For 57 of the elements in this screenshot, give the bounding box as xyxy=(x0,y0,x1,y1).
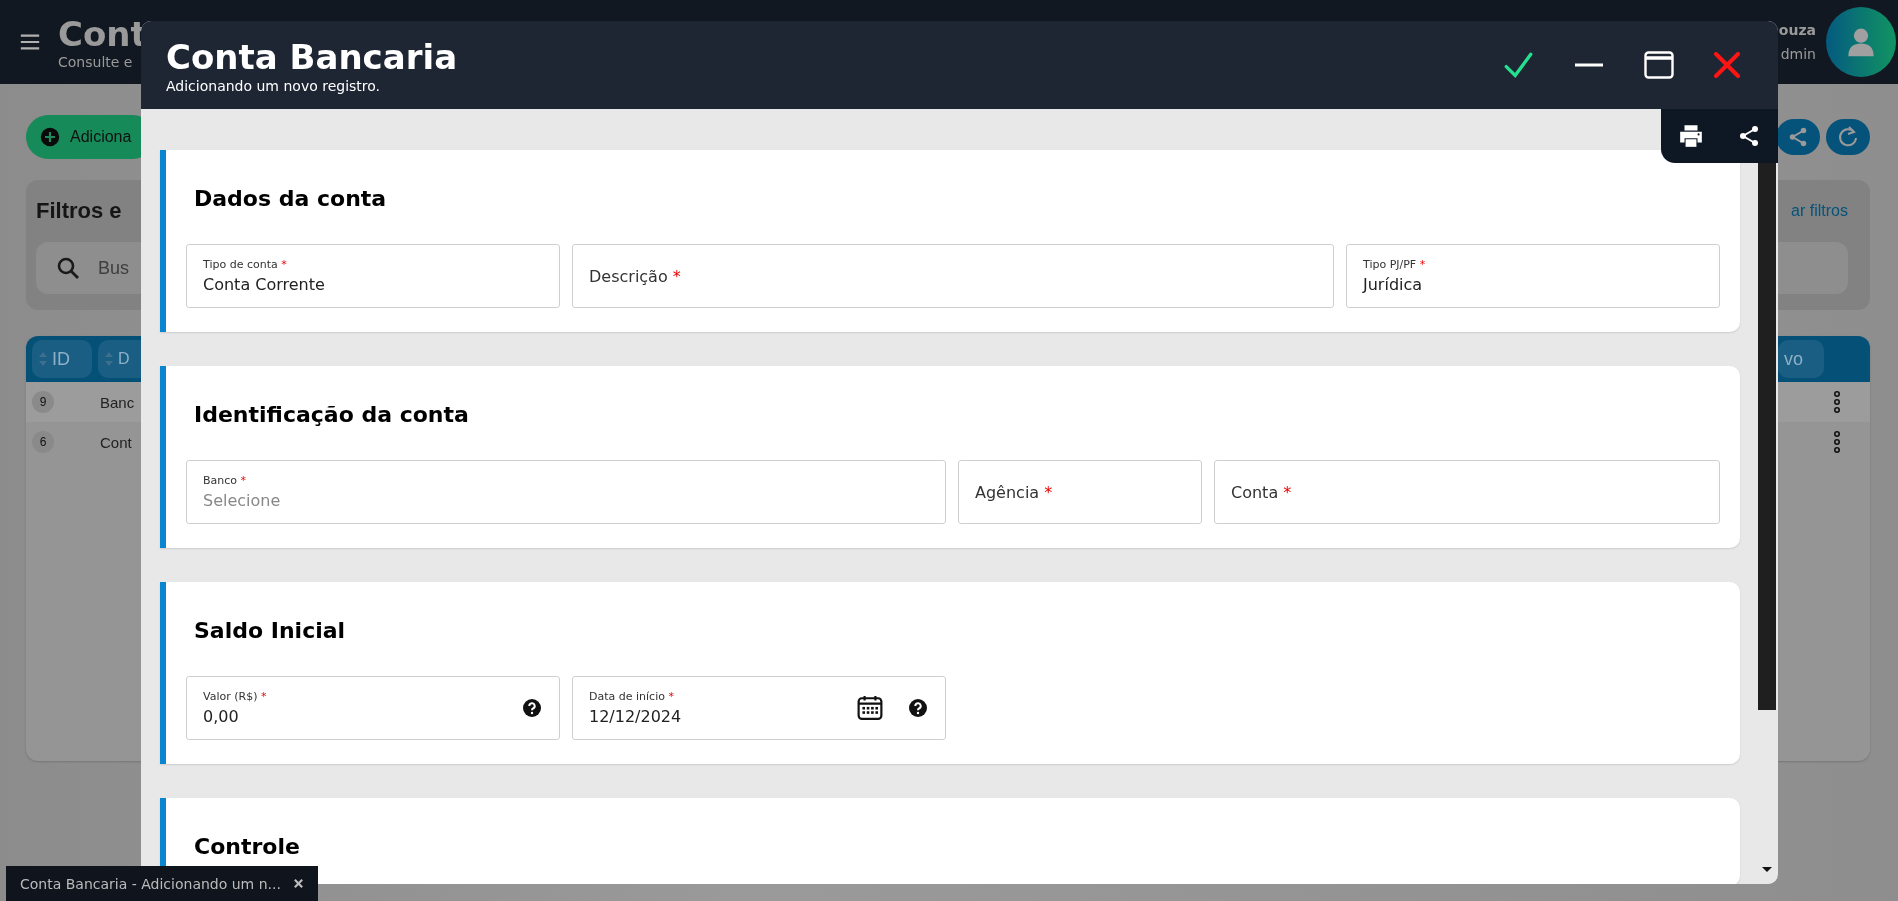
input-field[interactable]: Conta * xyxy=(1214,460,1720,524)
close-icon[interactable] xyxy=(293,878,304,889)
check-icon[interactable] xyxy=(1503,50,1534,80)
field-label: Banco * xyxy=(203,474,248,487)
field-label: Descrição * xyxy=(589,266,681,286)
dialog-title: Conta Bancaria xyxy=(166,36,458,78)
field-label: Conta * xyxy=(1231,482,1292,502)
help-icon[interactable] xyxy=(523,699,541,717)
page-title: Cont xyxy=(58,14,147,54)
scroll-down-icon[interactable] xyxy=(1762,867,1772,872)
id-badge: 9 xyxy=(32,391,54,413)
calendar-icon[interactable] xyxy=(857,695,883,721)
section-title: Identificação da conta xyxy=(194,401,470,429)
field-label: Agência * xyxy=(975,482,1053,502)
field-value: 0,00 xyxy=(203,707,240,726)
field-label: Data de início * xyxy=(589,690,675,703)
refresh-button[interactable] xyxy=(1826,119,1870,155)
share-icon xyxy=(1787,126,1809,148)
section-title: Dados da conta xyxy=(194,185,388,213)
field-label: Valor (R$) * xyxy=(203,690,267,703)
kebab-menu-icon[interactable] xyxy=(1834,431,1840,453)
input-field[interactable]: Data de início * 12/12/2024 xyxy=(572,676,946,740)
taskbar-item[interactable]: Conta Bancaria - Adicionando um n... xyxy=(6,866,318,901)
field-label: Tipo de conta * xyxy=(203,258,288,271)
dialog-subtitle: Adicionando um novo registro. xyxy=(166,78,382,94)
field-placeholder: Selecione xyxy=(203,491,281,510)
sort-icon xyxy=(38,351,48,367)
table-cell: Banc xyxy=(100,393,135,411)
id-badge: 6 xyxy=(32,431,54,453)
search-icon xyxy=(56,256,80,280)
input-field[interactable]: Banco * Selecione xyxy=(186,460,946,524)
table-cell: Cont xyxy=(100,433,132,451)
section-title: Controle xyxy=(194,833,301,861)
input-field[interactable]: Descrição * xyxy=(572,244,1334,308)
section-title: Saldo Inicial xyxy=(194,617,347,645)
field-label: Tipo PJ/PF * xyxy=(1363,258,1426,271)
field-value: 12/12/2024 xyxy=(589,707,682,726)
input-field[interactable]: Valor (R$) * 0,00 xyxy=(186,676,560,740)
plus-icon xyxy=(40,127,60,147)
help-icon[interactable] xyxy=(909,699,927,717)
sort-icon xyxy=(104,351,114,367)
field-value: Conta Corrente xyxy=(203,275,325,294)
print-icon[interactable] xyxy=(1677,123,1704,149)
maximize-icon[interactable] xyxy=(1644,51,1674,79)
minimize-icon[interactable] xyxy=(1574,62,1604,68)
page-subtitle: Consulte e xyxy=(58,54,134,70)
refresh-icon xyxy=(1836,125,1860,149)
input-field[interactable]: Tipo de conta * Conta Corrente xyxy=(186,244,560,308)
input-field[interactable]: Tipo PJ/PF * Jurídica xyxy=(1346,244,1720,308)
share-button[interactable] xyxy=(1776,119,1820,155)
menu-icon[interactable] xyxy=(18,31,42,53)
user-role: dmin xyxy=(1780,46,1816,62)
field-value: Jurídica xyxy=(1363,275,1424,294)
user-name: ouza xyxy=(1778,22,1816,38)
kebab-menu-icon[interactable] xyxy=(1834,391,1840,413)
filters-title: Filtros e xyxy=(36,198,122,224)
input-field[interactable]: Agência * xyxy=(958,460,1202,524)
